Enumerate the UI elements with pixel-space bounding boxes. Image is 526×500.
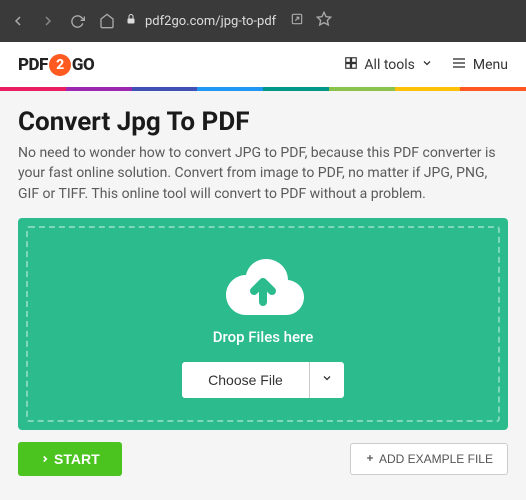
- logo-part1: PDF: [18, 55, 48, 75]
- grid-icon: [344, 56, 358, 74]
- page-title: Convert Jpg To PDF: [18, 107, 508, 137]
- drop-zone-inner: Drop Files here Choose File: [26, 226, 500, 422]
- add-example-button[interactable]: ADD EXAMPLE FILE: [350, 443, 508, 475]
- logo-part2: 2: [49, 54, 71, 76]
- url-bar[interactable]: pdf2go.com/jpg-to-pdf: [125, 11, 516, 31]
- rainbow-divider: [0, 87, 526, 91]
- site-logo[interactable]: PDF 2 GO: [18, 54, 94, 76]
- share-icon[interactable]: [290, 12, 304, 30]
- drop-zone-container: Drop Files here Choose File: [0, 218, 526, 430]
- hamburger-icon: [451, 55, 467, 75]
- drop-zone[interactable]: Drop Files here Choose File: [18, 218, 508, 430]
- plus-icon: [365, 452, 375, 466]
- back-icon[interactable]: [10, 13, 26, 29]
- all-tools-label: All tools: [364, 57, 414, 73]
- menu-label: Menu: [473, 57, 508, 73]
- header-nav: All tools Menu: [344, 55, 508, 75]
- all-tools-button[interactable]: All tools: [344, 56, 432, 74]
- url-text: pdf2go.com/jpg-to-pdf: [145, 14, 276, 29]
- menu-button[interactable]: Menu: [451, 55, 508, 75]
- reload-icon[interactable]: [70, 14, 85, 29]
- choose-file-group: Choose File: [182, 362, 344, 398]
- star-icon[interactable]: [316, 11, 332, 31]
- chevron-down-icon: [321, 372, 333, 387]
- logo-part3: GO: [72, 55, 94, 75]
- start-label: START: [54, 451, 100, 467]
- chevron-right-icon: [40, 451, 50, 467]
- site-header: PDF 2 GO All tools Menu: [0, 42, 526, 87]
- start-button[interactable]: START: [18, 442, 122, 476]
- browser-toolbar: pdf2go.com/jpg-to-pdf: [0, 0, 526, 42]
- browser-nav: [10, 13, 115, 29]
- action-row: START ADD EXAMPLE FILE: [0, 430, 526, 476]
- cloud-upload-icon: [38, 254, 488, 320]
- forward-icon[interactable]: [40, 13, 56, 29]
- chevron-down-icon: [421, 57, 433, 73]
- drop-prompt: Drop Files here: [38, 328, 488, 346]
- choose-file-dropdown[interactable]: [310, 362, 344, 398]
- lock-icon: [125, 13, 137, 29]
- example-label: ADD EXAMPLE FILE: [379, 452, 493, 466]
- home-icon[interactable]: [99, 13, 115, 29]
- choose-file-button[interactable]: Choose File: [182, 362, 310, 398]
- main-content: Convert Jpg To PDF No need to wonder how…: [0, 91, 526, 204]
- page-description: No need to wonder how to convert JPG to …: [18, 143, 508, 204]
